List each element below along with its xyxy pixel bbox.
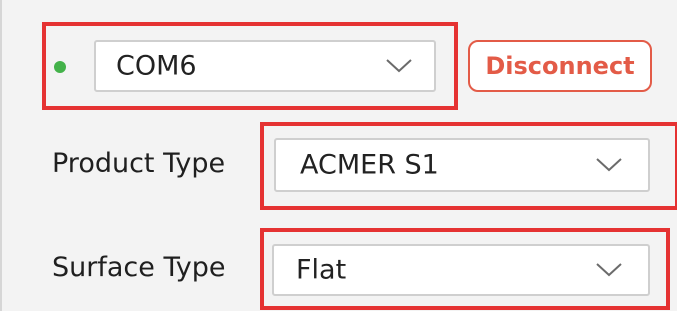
disconnect-button[interactable]: Disconnect [468, 40, 652, 92]
port-select-value: COM6 [116, 50, 197, 82]
chevron-down-icon [594, 156, 624, 174]
surface-type-label: Surface Type [52, 252, 226, 283]
chevron-down-icon [594, 261, 624, 279]
product-type-select-value: ACMER S1 [300, 149, 439, 181]
chevron-down-icon [384, 57, 414, 75]
connection-settings-panel: COM6 Disconnect Product Type ACMER S1 Su… [0, 0, 677, 311]
connection-status-indicator [54, 61, 66, 73]
product-type-label: Product Type [52, 148, 226, 179]
surface-type-select[interactable]: Flat [272, 244, 650, 296]
port-select[interactable]: COM6 [94, 40, 436, 92]
product-type-select[interactable]: ACMER S1 [274, 138, 650, 192]
surface-type-select-value: Flat [296, 254, 347, 286]
